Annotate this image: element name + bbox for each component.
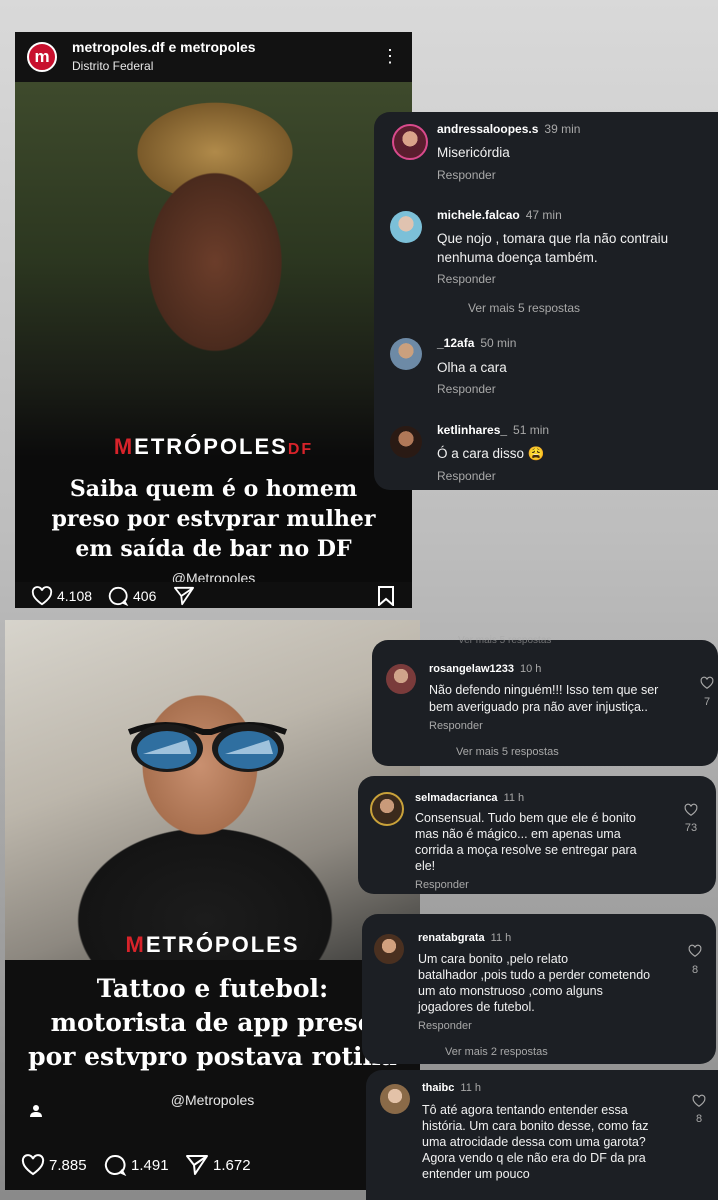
metropoles-df-brand: METRÓPOLESDF <box>113 434 314 459</box>
avatar[interactable] <box>374 934 404 964</box>
view-more-replies-partial[interactable]: Ver mais 5 respostas <box>458 635 551 646</box>
comment-text: Que nojo , tomara que rla não contraiu ne… <box>437 231 669 265</box>
comment-card: renatabgrata 11 h Um cara bonito ,pelo re… <box>362 914 716 1064</box>
comment-card: Ver mais 5 respostas rosangelaw1233 10 h … <box>372 635 718 766</box>
comment-username[interactable]: selmadacrianca 11 h <box>415 792 524 804</box>
share-action[interactable]: 1.672 <box>185 1154 251 1176</box>
comment-icon <box>108 586 129 606</box>
share-icon[interactable] <box>173 586 195 606</box>
comment-icon <box>104 1154 127 1176</box>
share-count: 1.672 <box>213 1156 251 1174</box>
comment-username[interactable]: michele.falcao 47 min <box>437 208 562 222</box>
more-options-icon[interactable]: ⋮ <box>381 44 399 68</box>
heart-icon[interactable] <box>692 1094 706 1108</box>
reply-button[interactable]: Responder <box>418 1020 472 1032</box>
comment-text: Consensual. Tudo bem que ele é bonito mas… <box>415 811 637 873</box>
post-2-handle: @Metropoles <box>170 1092 255 1108</box>
headline-line: motorista de app preso <box>50 1008 375 1037</box>
reply-button[interactable]: Responder <box>437 382 496 396</box>
post-1-headline: Saiba quem é o homem preso por estvprar … <box>35 474 392 564</box>
post-account-name[interactable]: metropoles.df e metropoles <box>72 39 256 55</box>
heart-icon <box>31 586 53 606</box>
heart-icon[interactable] <box>684 803 698 817</box>
comment-text: Não defendo ninguém!!! Isso tem que ser b… <box>429 683 659 714</box>
comment-action[interactable]: 406 <box>107 586 156 606</box>
metropoles-logo[interactable]: m <box>27 42 57 72</box>
headline-line: em saída de bar no DF <box>75 536 352 562</box>
post-1-actions: 4.108 406 <box>15 582 412 608</box>
avatar[interactable] <box>390 426 422 458</box>
bookmark-icon[interactable] <box>377 586 395 606</box>
comments-panel-1: andressaloopes.s 39 min Misericórdia Resp… <box>374 112 718 490</box>
view-more-replies[interactable]: Ver mais 2 respostas <box>445 1046 548 1058</box>
comment-username[interactable]: thaibc 11 h <box>422 1082 481 1094</box>
reply-button[interactable]: Responder <box>437 272 496 286</box>
avatar[interactable] <box>390 211 422 243</box>
comment-username[interactable]: andressaloopes.s 39 min <box>437 122 580 136</box>
comment-text: Um cara bonito ,pelo relato batalhador ,p… <box>418 952 651 1014</box>
post-1: m metropoles.df e metropoles Distrito Fe… <box>15 32 412 608</box>
tagged-user-icon[interactable] <box>29 1104 43 1118</box>
avatar[interactable] <box>380 1084 410 1114</box>
reply-button[interactable]: Responder <box>429 720 483 732</box>
view-more-replies[interactable]: Ver mais 5 respostas <box>456 746 559 758</box>
like-count: 7.885 <box>49 1156 87 1174</box>
avatar[interactable] <box>370 792 404 826</box>
avatar[interactable] <box>392 124 428 160</box>
sunglasses <box>127 722 288 772</box>
like-count: 4.108 <box>57 588 93 604</box>
reply-button[interactable]: Responder <box>437 469 496 483</box>
heart-icon <box>21 1154 45 1176</box>
metropoles-brand: METRÓPOLES <box>125 932 300 957</box>
headline-line: por estvpro postava rotina <box>28 1042 397 1071</box>
reply-button[interactable]: Responder <box>437 168 496 182</box>
reply-button[interactable]: Responder <box>415 879 469 891</box>
comment-username[interactable]: _12afa 50 min <box>437 336 516 350</box>
avatar[interactable] <box>386 664 416 694</box>
headline-line: Tattoo e futebol: <box>96 974 329 1003</box>
comment-text: Tô até agora tentando entender essa histó… <box>422 1103 649 1181</box>
avatar[interactable] <box>390 338 422 370</box>
post-2-headline: Tattoo e futebol: motorista de app preso… <box>5 972 420 1074</box>
comment-username[interactable]: rosangelaw1233 10 h <box>429 663 541 675</box>
headline-line: Saiba quem é o homem <box>69 476 358 502</box>
comment-like-count: 8 <box>695 1113 703 1125</box>
comment-username[interactable]: renatabgrata 11 h <box>418 932 511 944</box>
share-icon <box>186 1155 208 1175</box>
comment-like-count: 73 <box>684 822 698 834</box>
comment-action[interactable]: 1.491 <box>103 1154 169 1176</box>
heart-icon[interactable] <box>700 676 714 690</box>
comment-like-count: 7 <box>703 696 711 708</box>
comment-card: thaibc 11 h Tô até agora tentando entende… <box>366 1070 718 1200</box>
headline-line: preso por estvprar mulher <box>51 506 376 532</box>
post-location[interactable]: Distrito Federal <box>72 59 153 73</box>
comment-text: Misericórdia <box>437 145 510 160</box>
post-1-header: m metropoles.df e metropoles Distrito Fe… <box>15 32 412 82</box>
comment-card: selmadacrianca 11 h Consensual. Tudo bem … <box>358 776 716 894</box>
comment-text: Olha a cara <box>437 360 507 375</box>
heart-icon[interactable] <box>688 944 702 958</box>
view-more-replies[interactable]: Ver mais 5 respostas <box>468 301 580 315</box>
comment-count: 1.491 <box>131 1156 169 1174</box>
post-1-video[interactable]: METRÓPOLESDF Saiba quem é o homem preso … <box>15 82 412 608</box>
post-2: METRÓPOLES Tattoo e futebol: motorista d… <box>5 620 420 1190</box>
comment-username[interactable]: ketlinhares_ 51 min <box>437 423 549 437</box>
like-action[interactable]: 7.885 <box>21 1154 87 1176</box>
like-action[interactable]: 4.108 <box>31 586 92 606</box>
comment-text: Ó a cara disso 😩 <box>437 446 545 461</box>
comment-like-count: 8 <box>691 964 699 976</box>
comment-count: 406 <box>133 588 157 604</box>
post-2-actions: 7.885 1.491 1.672 <box>5 1150 420 1190</box>
